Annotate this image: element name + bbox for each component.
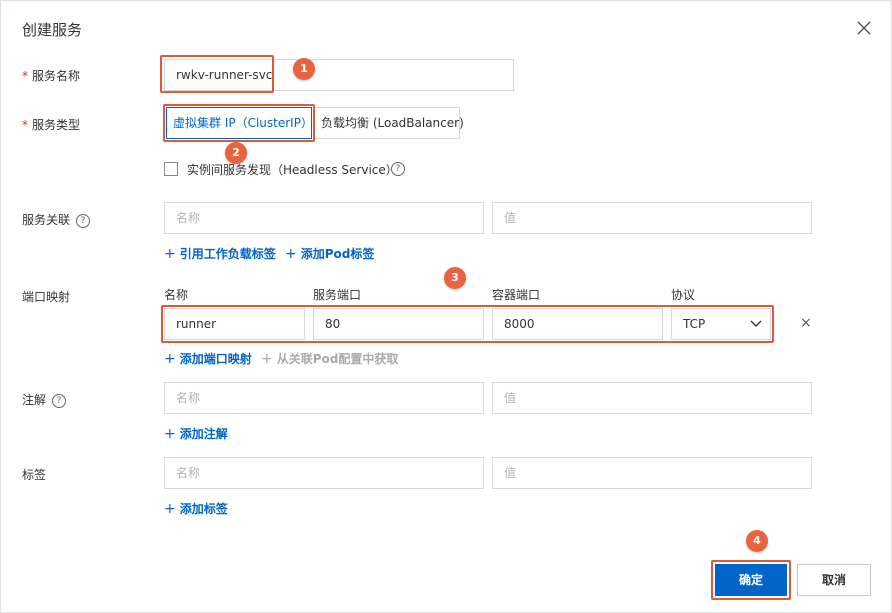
add-workload-label-link[interactable]: + 引用工作负载标签 bbox=[164, 245, 276, 262]
callout-box-2 bbox=[163, 104, 315, 142]
col-name: 名称 bbox=[164, 288, 189, 302]
dialog-title: 创建服务 bbox=[22, 21, 83, 39]
add-annotation-link[interactable]: + 添加注解 bbox=[164, 425, 228, 442]
callout-box-3 bbox=[161, 305, 774, 343]
add-port-mapping-text: 添加端口映射 bbox=[179, 352, 252, 366]
label-value-input[interactable]: 值 bbox=[492, 457, 812, 489]
callout-box-4 bbox=[711, 560, 791, 600]
cancel-button[interactable]: 取消 bbox=[797, 564, 871, 596]
create-service-dialog: 创建服务 * 服务名称 rwkv-runner-svc 1 * 服务类型 虚拟集群 … bbox=[0, 0, 892, 613]
callout-box-1 bbox=[160, 55, 274, 93]
help-icon[interactable]: ? bbox=[76, 213, 91, 228]
get-from-pod-text: 从关联Pod配置中获取 bbox=[276, 352, 399, 366]
required-mark: * bbox=[22, 69, 28, 83]
add-workload-label-text: 引用工作负载标签 bbox=[179, 247, 276, 261]
get-from-pod-link[interactable]: + 从关联Pod配置中获取 bbox=[261, 350, 398, 367]
plus-icon: + bbox=[164, 246, 176, 262]
service-type-label-text: 服务类型 bbox=[32, 118, 81, 132]
callout-badge-1: 1 bbox=[293, 58, 315, 80]
plus-icon: + bbox=[261, 351, 273, 367]
delete-row-icon[interactable]: × bbox=[800, 315, 812, 331]
plus-icon: + bbox=[164, 501, 176, 517]
service-name-label-text: 服务名称 bbox=[32, 69, 81, 83]
add-label-text: 添加标签 bbox=[179, 502, 228, 516]
help-icon[interactable]: ? bbox=[391, 162, 405, 176]
callout-badge-4: 4 bbox=[746, 530, 768, 552]
labels-label: 标签 bbox=[22, 468, 47, 482]
selector-label-text: 服务关联 bbox=[22, 213, 71, 227]
service-name-label: * 服务名称 bbox=[22, 67, 80, 84]
required-mark: * bbox=[22, 118, 28, 132]
plus-icon: + bbox=[164, 351, 176, 367]
headless-checkbox[interactable] bbox=[164, 162, 178, 176]
col-service-port: 服务端口 bbox=[313, 288, 362, 302]
add-annotation-text: 添加注解 bbox=[179, 427, 228, 441]
annotation-name-input[interactable]: 名称 bbox=[164, 382, 484, 414]
label-name-input[interactable]: 名称 bbox=[164, 457, 484, 489]
add-pod-label-link[interactable]: + 添加Pod标签 bbox=[285, 245, 374, 262]
service-type-label: * 服务类型 bbox=[22, 116, 80, 133]
annotation-value-input[interactable]: 值 bbox=[492, 382, 812, 414]
close-icon[interactable] bbox=[855, 19, 873, 37]
annotations-label: 注解? bbox=[22, 391, 67, 408]
add-pod-label-text: 添加Pod标签 bbox=[300, 247, 375, 261]
plus-icon: + bbox=[285, 246, 297, 262]
annotations-label-text: 注解 bbox=[22, 393, 47, 407]
selector-value-input[interactable]: 值 bbox=[492, 202, 812, 234]
add-port-mapping-link[interactable]: + 添加端口映射 bbox=[164, 350, 252, 367]
add-label-link[interactable]: + 添加标签 bbox=[164, 500, 228, 517]
selector-name-input[interactable]: 名称 bbox=[164, 202, 484, 234]
help-icon[interactable]: ? bbox=[52, 393, 67, 408]
selector-label: 服务关联? bbox=[22, 211, 91, 228]
service-type-loadbalancer[interactable]: 负载均衡 (LoadBalancer) bbox=[314, 107, 464, 139]
callout-badge-3: 3 bbox=[444, 267, 466, 289]
port-mapping-label: 端口映射 bbox=[22, 290, 71, 304]
col-container-port: 容器端口 bbox=[492, 288, 541, 302]
plus-icon: + bbox=[164, 426, 176, 442]
headless-label: 实例间服务发现（Headless Service） bbox=[187, 163, 398, 177]
col-protocol: 协议 bbox=[671, 288, 696, 302]
